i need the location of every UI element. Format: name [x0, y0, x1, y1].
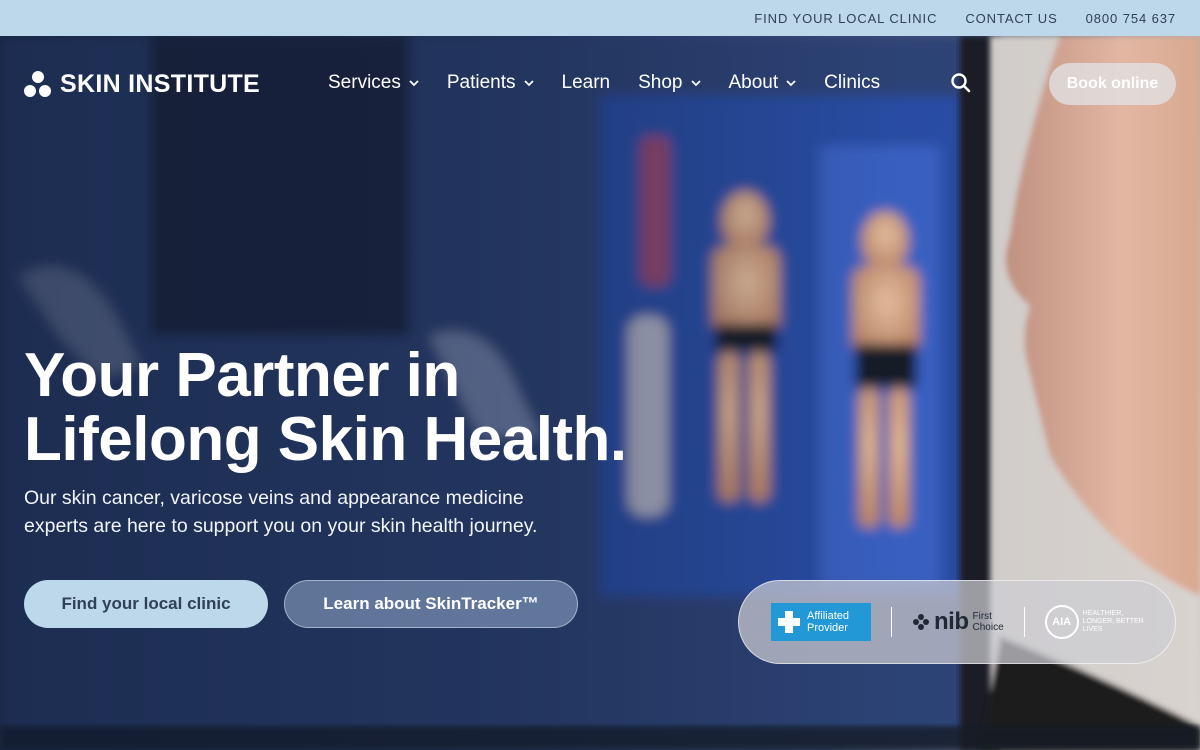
nib-sub-line-1: First [972, 611, 992, 622]
aia-circle-icon: AIA [1044, 605, 1079, 639]
affiliated-provider-badge: Affiliated Provider [771, 603, 871, 641]
contact-us-link[interactable]: CONTACT US [965, 11, 1057, 26]
chevron-down-icon [690, 80, 701, 87]
nav-item-learn[interactable]: Learn [562, 72, 611, 94]
hero-title-line-2: Lifelong Skin Health. [24, 405, 627, 474]
find-local-clinic-button[interactable]: Find your local clinic [24, 580, 268, 628]
medical-cross-icon [777, 610, 801, 634]
nav-item-label: Services [328, 72, 401, 93]
nib-sub-line-2: Choice [972, 622, 1004, 633]
find-local-clinic-link[interactable]: FIND YOUR LOCAL CLINIC [754, 11, 937, 26]
utility-bar: FIND YOUR LOCAL CLINIC CONTACT US 0800 7… [0, 0, 1200, 36]
nav-item-patients[interactable]: Patients [447, 72, 534, 94]
logo-mark-icon [24, 70, 52, 99]
nib-first-choice: First Choice [973, 611, 1004, 633]
hero-title: Your Partner in Lifelong Skin Health. [24, 344, 644, 472]
nav-item-label: Learn [561, 72, 611, 93]
nav-item-label: About [728, 72, 779, 93]
partner-logos: Affiliated Provider nib First Choice AIA… [738, 580, 1176, 664]
affiliated-provider-text: Affiliated Provider [807, 610, 849, 634]
nib-wordmark: nib [934, 608, 969, 635]
affiliated-line-2: Provider [807, 622, 848, 634]
nav-item-label: Patients [446, 72, 516, 93]
logo-text: SKIN INSTITUTE [60, 70, 261, 98]
nav-item-label: Shop [638, 72, 683, 93]
hero-subtitle: Our skin cancer, varicose veins and appe… [24, 487, 538, 537]
nav-item-services[interactable]: Services [328, 72, 419, 94]
search-icon[interactable] [950, 72, 972, 94]
nav-item-shop[interactable]: Shop [638, 72, 701, 94]
aia-tagline: HEALTHIER, LONGER, BETTER LIVES [1082, 610, 1144, 633]
main-nav: SKIN INSTITUTE Services Patients Learn S… [0, 36, 1200, 132]
nib-flower-icon [913, 614, 929, 630]
aia-letters: AIA [1052, 616, 1072, 628]
hero-title-line-1: Your Partner in [24, 341, 460, 410]
nav-links: Services Patients Learn Shop About Clini… [328, 72, 880, 94]
nav-item-about[interactable]: About [729, 72, 797, 94]
aia-logo: AIA HEALTHIER, LONGER, BETTER LIVES [1044, 605, 1147, 639]
chevron-down-icon [409, 80, 419, 87]
affiliated-line-1: Affiliated [807, 610, 849, 622]
chevron-down-icon [786, 80, 796, 87]
learn-skintracker-button[interactable]: Learn about SkinTracker™ [284, 580, 578, 628]
partner-divider [1023, 607, 1025, 637]
site-logo[interactable]: SKIN INSTITUTE [24, 70, 260, 99]
book-online-button[interactable]: Book online [1049, 63, 1176, 105]
phone-number-link[interactable]: 0800 754 637 [1086, 11, 1176, 26]
nav-item-label: Clinics [824, 72, 881, 93]
nib-logo: nib First Choice [912, 608, 1004, 636]
partner-divider [891, 607, 892, 637]
chevron-down-icon [523, 80, 534, 87]
nav-item-clinics[interactable]: Clinics [824, 72, 880, 94]
